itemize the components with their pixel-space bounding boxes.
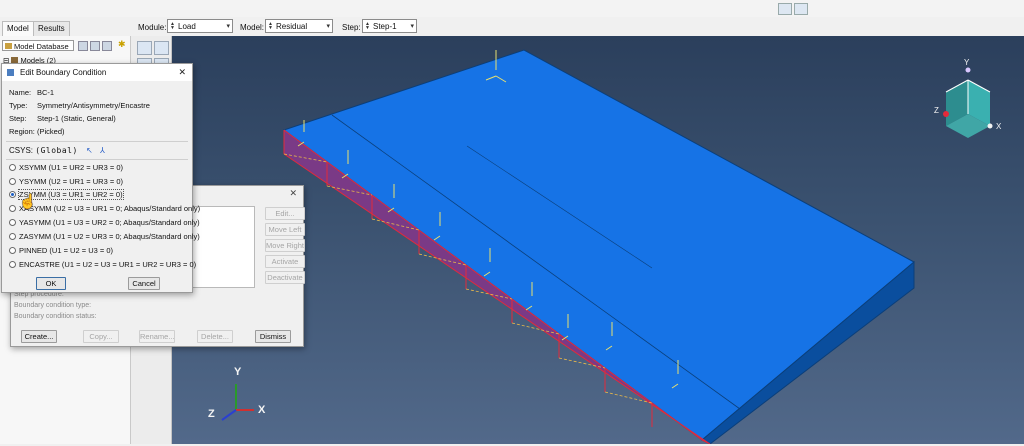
step-select[interactable]: ▲ ▼ Step-1 ▾ xyxy=(362,19,417,33)
step-value: Step-1 xyxy=(373,22,397,31)
spinner-icon: ▲ ▼ xyxy=(268,21,273,31)
csys-row: CSYS: (Global) ↖ ⅄ xyxy=(9,146,105,156)
model-database-select[interactable]: Model Database xyxy=(2,40,74,51)
type-value: Symmetry/Antisymmetry/Encastre xyxy=(37,101,150,110)
cancel-button[interactable]: Cancel xyxy=(128,277,160,290)
cube-x-label: X xyxy=(996,122,1002,131)
ok-button[interactable]: OK xyxy=(36,277,66,290)
filter-icon[interactable] xyxy=(78,41,88,51)
radio-selected-icon xyxy=(9,191,16,198)
database-icon xyxy=(5,43,12,49)
spinner-icon: ▲ ▼ xyxy=(365,21,370,31)
view-cube-icon[interactable] xyxy=(943,67,993,139)
option-label: YASYMM (U1 = U3 = UR2 = 0; Abaqus/Standa… xyxy=(19,218,200,227)
dialog-title-bar: Edit Boundary Condition ✕ xyxy=(2,64,192,81)
activate-button[interactable]: Activate xyxy=(265,255,305,268)
create-button[interactable]: Create... xyxy=(21,330,57,343)
chevron-down-icon: ▾ xyxy=(226,23,230,30)
radio-icon xyxy=(9,247,16,254)
close-icon[interactable]: ✕ xyxy=(178,64,186,81)
step-value: Step-1 (Static, General) xyxy=(37,114,116,123)
layout-icon[interactable] xyxy=(778,3,792,15)
radio-icon xyxy=(9,164,16,171)
cube-y-label: Y xyxy=(964,58,970,67)
expand-icon[interactable] xyxy=(90,41,100,51)
separator xyxy=(6,141,188,142)
csys-label: CSYS: xyxy=(9,146,34,155)
chevron-down-icon: ▾ xyxy=(326,23,330,30)
option-ysymm[interactable]: YSYMM (U2 = UR1 = UR3 = 0) xyxy=(9,177,123,187)
option-label: ZASYMM (U1 = U2 = UR3 = 0; Abaqus/Standa… xyxy=(19,232,200,241)
axis-y-label: Y xyxy=(234,366,242,378)
option-label: XSYMM (U1 = UR2 = UR3 = 0) xyxy=(19,163,123,172)
csys-value: (Global) xyxy=(35,146,78,155)
separator xyxy=(6,159,188,160)
option-xasymm[interactable]: XASYMM (U2 = U3 = UR1 = 0; Abaqus/Standa… xyxy=(9,204,200,214)
axis-z-label: Z xyxy=(208,408,215,420)
chevron-down-icon: ▾ xyxy=(410,23,414,30)
copy-button[interactable]: Copy... xyxy=(83,330,119,343)
spinner-icon: ▲ ▼ xyxy=(170,21,175,31)
option-xsymm[interactable]: XSYMM (U1 = UR2 = UR3 = 0) xyxy=(9,163,123,173)
close-icon[interactable]: ✕ xyxy=(289,188,297,199)
edit-bc-dialog: Edit Boundary Condition ✕ Name: BC-1 Type… xyxy=(1,63,200,293)
name-value: BC-1 xyxy=(37,88,55,97)
type-label: Type: xyxy=(9,101,28,110)
move-left-button[interactable]: Move Left xyxy=(265,223,305,236)
name-label: Name: xyxy=(9,88,32,97)
select-arrow-icon[interactable]: ↖ xyxy=(86,146,93,155)
load-manager-icon[interactable] xyxy=(137,41,152,55)
step-row: Step: Step-1 (Static, General) xyxy=(9,114,116,124)
lightbulb-icon[interactable]: ✱ xyxy=(118,39,126,50)
region-row: Region: (Picked) xyxy=(9,127,65,137)
radio-icon xyxy=(9,178,16,185)
option-pinned[interactable]: PINNED (U1 = U2 = U3 = 0) xyxy=(9,246,113,256)
model-label: Model: xyxy=(240,23,265,32)
bc-manager-icon[interactable] xyxy=(154,41,169,55)
radio-icon xyxy=(9,219,16,226)
option-label: YSYMM (U2 = UR1 = UR3 = 0) xyxy=(19,177,123,186)
step-label: Step: xyxy=(9,114,27,123)
type-row: Type: Symmetry/Antisymmetry/Encastre xyxy=(9,101,150,111)
bc-type-label: Boundary condition type: xyxy=(14,302,92,309)
module-value: Load xyxy=(178,22,196,31)
dismiss-button[interactable]: Dismiss xyxy=(255,330,291,343)
radio-icon xyxy=(9,261,16,268)
tab-model[interactable]: Model xyxy=(2,21,34,36)
option-label: PINNED (U1 = U2 = U3 = 0) xyxy=(19,246,113,255)
mouse-cursor-icon: ☝ xyxy=(19,193,37,209)
dialog-app-icon xyxy=(7,69,14,76)
collapse-icon[interactable] xyxy=(102,41,112,51)
module-label: Module: xyxy=(138,23,167,32)
name-row: Name: BC-1 xyxy=(9,88,54,98)
option-zasymm[interactable]: ZASYMM (U1 = U2 = UR3 = 0; Abaqus/Standa… xyxy=(9,232,200,242)
cube-z-label: Z xyxy=(934,106,939,115)
axis-triad-icon xyxy=(221,384,254,421)
deactivate-button[interactable]: Deactivate xyxy=(265,271,305,284)
move-right-button[interactable]: Move Right xyxy=(265,239,305,252)
tab-results[interactable]: Results xyxy=(33,21,70,36)
part-top-face xyxy=(282,49,915,441)
region-value: (Picked) xyxy=(37,127,65,136)
module-select[interactable]: ▲ ▼ Load ▾ xyxy=(167,19,233,33)
option-encastre[interactable]: ENCASTRE (U1 = U2 = U3 = UR1 = UR2 = UR3… xyxy=(9,260,196,270)
option-yasymm[interactable]: YASYMM (U1 = U3 = UR2 = 0; Abaqus/Standa… xyxy=(9,218,200,228)
bc-status-label: Boundary condition status: xyxy=(14,313,97,320)
option-label: ENCASTRE (U1 = U2 = U3 = UR1 = UR2 = UR3… xyxy=(19,260,197,269)
model-select[interactable]: ▲▼ Residual Stress ▾ xyxy=(265,19,333,45)
radio-icon xyxy=(9,205,16,212)
edit-button[interactable]: Edit... xyxy=(265,207,305,220)
csys-triad-icon[interactable]: ⅄ xyxy=(100,146,105,155)
rename-button[interactable]: Rename... xyxy=(139,330,175,343)
radio-icon xyxy=(9,233,16,240)
grid-icon[interactable] xyxy=(794,3,808,15)
option-label: XASYMM (U2 = U3 = UR1 = 0; Abaqus/Standa… xyxy=(19,204,201,213)
model-database-value: Model Database xyxy=(14,42,69,51)
dialog-title: Edit Boundary Condition xyxy=(20,68,107,77)
region-label: Region: xyxy=(9,127,35,136)
delete-button[interactable]: Delete... xyxy=(197,330,233,343)
step-label: Step: xyxy=(342,23,361,32)
axis-x-label: X xyxy=(258,404,266,416)
